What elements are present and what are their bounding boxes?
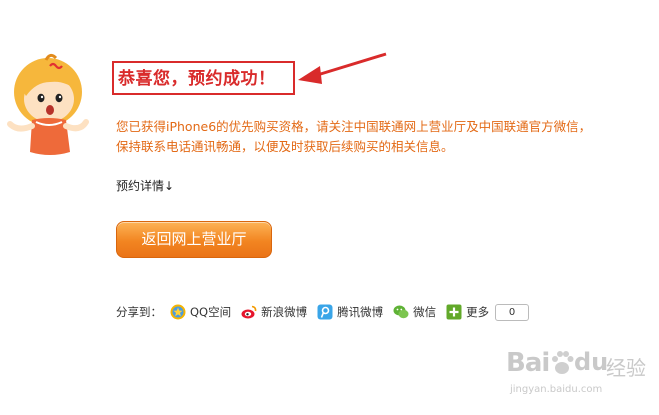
page-title: 恭喜您，预约成功！ <box>118 69 276 89</box>
baidu-jingyan-watermark: Bai du 经验 jingyan.baidu.com <box>504 344 654 404</box>
watermark-brand2: du <box>574 348 609 376</box>
annotation-arrow-icon <box>298 52 387 84</box>
share-more-label: 更多 <box>466 305 490 319</box>
message-line-1: 您已获得iPhone6的优先购买资格，请关注中国联通网上营业厅及中国联通官方微信… <box>116 119 592 134</box>
share-tencent-weibo[interactable]: 腾讯微博 <box>317 304 383 320</box>
share-tencent-weibo-label: 腾讯微博 <box>337 305 384 319</box>
share-sina-weibo[interactable]: 新浪微博 <box>241 304 307 320</box>
reservation-details-link[interactable]: 预约详情↓ <box>116 177 174 194</box>
share-qzone[interactable]: QQ空间 <box>170 304 231 320</box>
message-line-2: 保持联系电话通讯畅通，以便及时获取后续购买的相关信息。 <box>116 139 454 154</box>
share-qzone-label: QQ空间 <box>190 305 232 319</box>
share-label: 分享到： <box>116 305 162 319</box>
watermark-url: jingyan.baidu.com <box>510 384 603 395</box>
watermark-suffix: 经验 <box>606 356 646 380</box>
paw-icon <box>552 351 574 374</box>
share-more[interactable]: 更多 <box>446 304 489 320</box>
share-wechat-label: 微信 <box>413 305 437 319</box>
tencent-weibo-icon <box>317 304 333 320</box>
sina-weibo-icon <box>241 305 257 319</box>
qzone-icon <box>170 304 186 320</box>
return-online-hall-button[interactable]: 返回网上营业厅 <box>116 221 272 258</box>
share-count-badge: 0 <box>495 303 530 321</box>
wechat-icon <box>393 305 409 319</box>
watermark-brand: Bai <box>506 348 550 378</box>
success-message: 您已获得iPhone6的优先购买资格，请关注中国联通网上营业厅及中国联通官方微信… <box>116 117 646 157</box>
share-wechat[interactable]: 微信 <box>393 304 436 320</box>
mascot-illustration <box>7 53 89 155</box>
plus-icon <box>446 304 462 320</box>
share-bar: 分享到： QQ空间 新浪微博 腾讯微博 微信 更多 0 <box>116 302 530 322</box>
share-sina-weibo-label: 新浪微博 <box>261 305 308 319</box>
